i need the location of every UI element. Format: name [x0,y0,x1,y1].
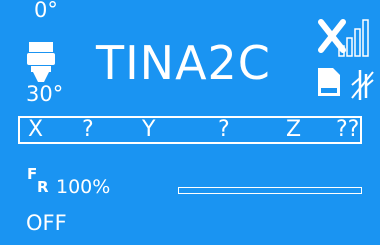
target-temperature: 0° [34,0,58,22]
device-name: TINA2C [96,36,271,90]
current-temperature: 30° [26,82,64,106]
x-axis-value: ? [82,117,94,142]
feedrate-icon: F R [27,165,49,195]
nozzle-icon [27,42,55,82]
axis-position-panel: X ? Y ? Z ?? [18,116,362,144]
usb-disconnected-icon [351,70,374,100]
status-text: OFF [26,211,67,235]
feedrate-icon-f: F [27,165,37,183]
x-axis-label: X [28,117,44,142]
sd-card-icon [318,68,340,96]
feedrate-icon-r: R [37,178,49,195]
y-axis-label: Y [142,117,156,142]
wifi-disconnected-icon [318,19,369,57]
z-axis-label: Z [286,117,302,142]
feedrate-value: 100% [56,176,111,198]
z-axis-value: ?? [336,117,360,142]
y-axis-value: ? [218,117,230,142]
progress-bar [178,187,362,194]
